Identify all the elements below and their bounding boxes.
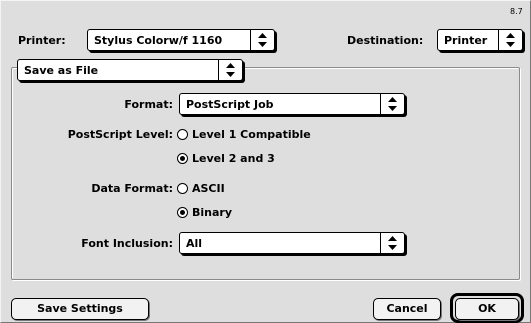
format-value: PostScript Job (186, 98, 274, 111)
up-down-arrows-icon (380, 233, 404, 253)
postscript-level-label: PostScript Level: (67, 128, 173, 141)
panel-popup[interactable]: Save as File (17, 59, 243, 81)
save-settings-button[interactable]: Save Settings (11, 298, 149, 320)
font-inclusion-popup[interactable]: All (179, 232, 405, 254)
printer-label: Printer: (18, 34, 66, 47)
radio-binary-label: Binary (192, 206, 233, 219)
destination-value: Printer (444, 34, 488, 47)
radio-circle (177, 183, 188, 194)
printer-value: Stylus Colorw/f 1160 (94, 34, 223, 47)
radio-level-1-label: Level 1 Compatible (192, 128, 311, 141)
radio-circle (177, 129, 188, 140)
ok-button[interactable]: OK (455, 298, 519, 320)
radio-circle-selected (177, 153, 188, 164)
format-label: Format: (124, 98, 173, 111)
format-popup[interactable]: PostScript Job (179, 93, 405, 115)
destination-popup[interactable]: Printer (437, 29, 523, 51)
printer-popup[interactable]: Stylus Colorw/f 1160 (87, 29, 275, 51)
cancel-button[interactable]: Cancel (373, 298, 441, 320)
up-down-arrows-icon (380, 94, 404, 114)
up-down-arrows-icon (498, 30, 522, 50)
radio-dot (180, 156, 185, 161)
radio-ascii-label: ASCII (192, 182, 225, 195)
print-dialog: 8.7 Printer: Stylus Colorw/f 1160 Destin… (0, 0, 531, 323)
version-label: 8.7 (510, 7, 523, 16)
data-format-label: Data Format: (91, 182, 173, 195)
up-down-arrows-icon (218, 60, 242, 80)
radio-level-2-label: Level 2 and 3 (192, 152, 275, 165)
up-down-arrows-icon (250, 30, 274, 50)
panel-value: Save as File (24, 64, 99, 77)
font-inclusion-value: All (186, 237, 203, 250)
radio-circle-selected (177, 207, 188, 218)
font-inclusion-label: Font Inclusion: (81, 237, 173, 250)
destination-label: Destination: (347, 34, 424, 47)
radio-dot (180, 210, 185, 215)
